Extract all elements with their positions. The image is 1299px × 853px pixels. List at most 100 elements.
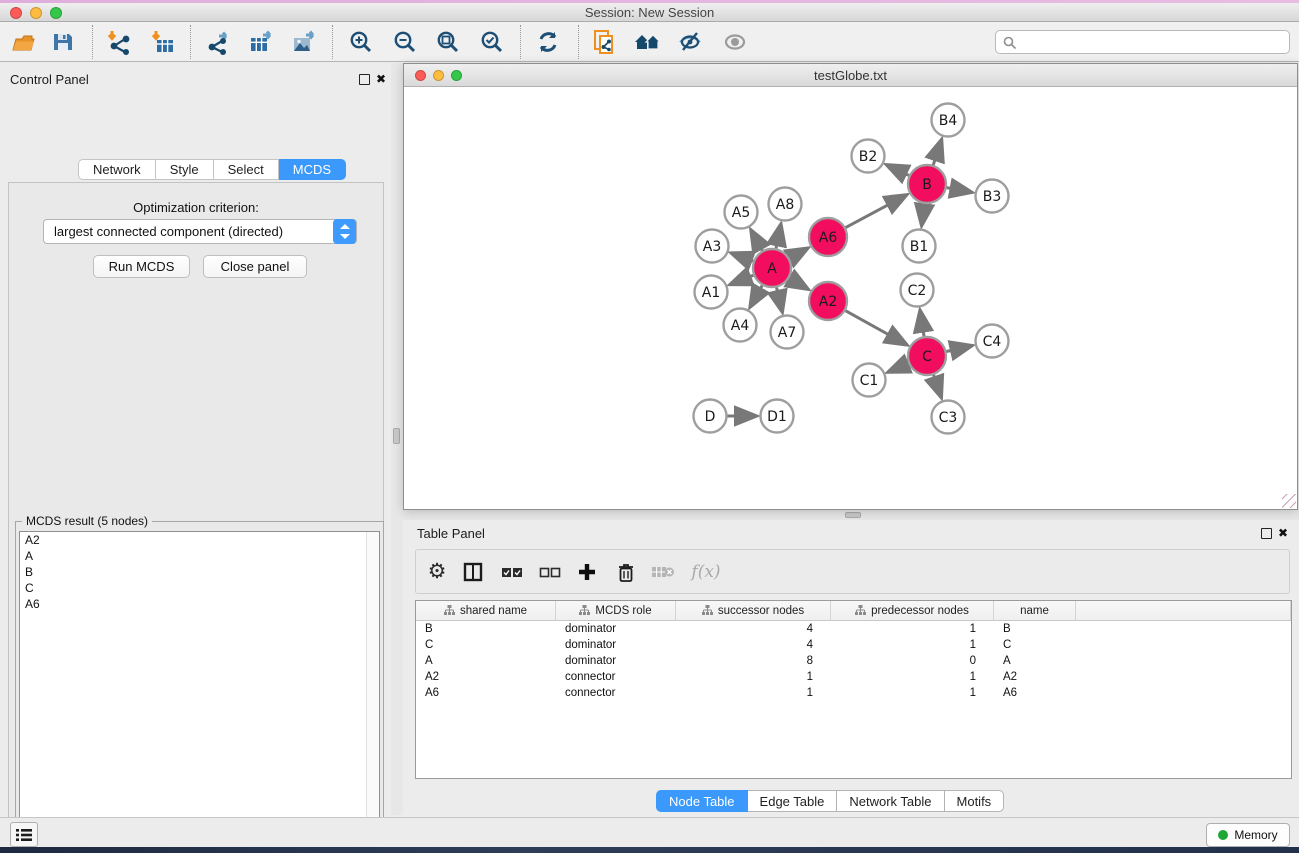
column-header-predecessor nodes[interactable]: predecessor nodes xyxy=(831,601,994,620)
graph-node-B[interactable]: B xyxy=(908,165,946,203)
zoom-selected-icon[interactable] xyxy=(479,29,505,55)
graph-node-C4[interactable]: C4 xyxy=(976,325,1009,358)
hide-details-icon[interactable] xyxy=(677,29,703,55)
mcds-result-list[interactable]: A2ABCA6 xyxy=(19,531,380,853)
graph-edge-B-B1[interactable] xyxy=(922,204,925,225)
run-mcds-button[interactable]: Run MCDS xyxy=(93,255,190,278)
export-table-icon[interactable] xyxy=(248,29,274,55)
graph-node-C[interactable]: C xyxy=(908,337,946,375)
graph-edge-B-B3[interactable] xyxy=(947,188,971,192)
tab-network-table[interactable]: Network Table xyxy=(837,790,944,812)
graph-edge-B-B4[interactable] xyxy=(933,140,941,165)
column-header-MCDS role[interactable]: MCDS role xyxy=(556,601,676,620)
graph-node-A1[interactable]: A1 xyxy=(695,276,728,309)
tab-style[interactable]: Style xyxy=(156,159,214,180)
graph-edge-A-A7[interactable] xyxy=(777,287,783,311)
list-item[interactable]: A6 xyxy=(20,596,379,612)
tab-network[interactable]: Network xyxy=(78,159,156,180)
graph-node-D[interactable]: D xyxy=(694,400,727,433)
tab-mcds[interactable]: MCDS xyxy=(279,159,346,180)
panels-menu-button[interactable] xyxy=(10,822,38,847)
graph-node-B3[interactable]: B3 xyxy=(976,180,1009,213)
unselect-all-icon[interactable] xyxy=(537,559,563,585)
graph-edge-A2-C[interactable] xyxy=(845,311,906,345)
zoom-fit-icon[interactable] xyxy=(435,29,461,55)
graph-node-C3[interactable]: C3 xyxy=(932,401,965,434)
network-window-title-bar[interactable]: testGlobe.txt xyxy=(404,64,1297,87)
graph-node-A[interactable]: A xyxy=(753,249,791,287)
tab-node-table[interactable]: Node Table xyxy=(656,790,748,812)
columns-icon[interactable] xyxy=(460,559,486,585)
zoom-in-icon[interactable] xyxy=(348,29,374,55)
export-image-icon[interactable] xyxy=(291,29,317,55)
graph-edge-A-A2[interactable] xyxy=(789,278,807,289)
graph-node-C2[interactable]: C2 xyxy=(901,274,934,307)
zoom-out-icon[interactable] xyxy=(392,29,418,55)
column-header-successor nodes[interactable]: successor nodes xyxy=(676,601,831,620)
network-canvas[interactable]: B4B2BB3A8A5A6A3B1AA1C2A2A4A7C4CC1C3DD1 xyxy=(404,87,1297,509)
criterion-select[interactable]: largest connected component (directed) xyxy=(43,219,357,244)
table-row[interactable]: Bdominator41B xyxy=(416,621,1291,637)
graph-node-A8[interactable]: A8 xyxy=(769,188,802,221)
tab-motifs[interactable]: Motifs xyxy=(945,790,1005,812)
splitter-grip[interactable] xyxy=(393,428,400,444)
close-panel-icon[interactable]: ✖ xyxy=(1278,528,1288,539)
list-item[interactable]: C xyxy=(20,580,379,596)
graph-edge-C-C4[interactable] xyxy=(946,346,971,352)
add-icon[interactable] xyxy=(574,559,600,585)
close-panel-button[interactable]: Close panel xyxy=(203,255,307,278)
graph-edge-A-A5[interactable] xyxy=(751,231,762,251)
table-row[interactable]: A6connector11A6 xyxy=(416,685,1291,701)
graph-edge-A-A1[interactable] xyxy=(731,275,753,284)
graph-node-B1[interactable]: B1 xyxy=(903,230,936,263)
close-panel-icon[interactable]: ✖ xyxy=(376,74,386,85)
table-row[interactable]: Adominator80A xyxy=(416,653,1291,669)
save-session-icon[interactable] xyxy=(50,29,76,55)
splitter-grip[interactable] xyxy=(845,512,861,518)
graph-edge-A-A3[interactable] xyxy=(732,253,753,261)
table-row[interactable]: A2connector11A2 xyxy=(416,669,1291,685)
horizontal-splitter[interactable] xyxy=(403,510,1299,520)
graph-edge-A-A6[interactable] xyxy=(789,249,807,259)
memory-button[interactable]: Memory xyxy=(1206,823,1290,847)
graph-edge-A-A8[interactable] xyxy=(776,225,781,248)
export-network-icon[interactable] xyxy=(205,29,231,55)
refresh-icon[interactable] xyxy=(535,29,561,55)
graph-node-D1[interactable]: D1 xyxy=(761,400,794,433)
duplicate-network-icon[interactable] xyxy=(592,29,618,55)
select-all-icon[interactable] xyxy=(499,559,525,585)
table-row[interactable]: Cdominator41C xyxy=(416,637,1291,653)
graph-node-A5[interactable]: A5 xyxy=(725,196,758,229)
gear-icon[interactable]: ⚙ xyxy=(424,559,450,585)
graph-node-A2[interactable]: A2 xyxy=(809,282,847,320)
search-input[interactable] xyxy=(995,30,1290,54)
resize-grip[interactable] xyxy=(1282,494,1296,508)
graph-node-A3[interactable]: A3 xyxy=(696,230,729,263)
graph-edge-C-C2[interactable] xyxy=(920,311,924,336)
vertical-splitter[interactable] xyxy=(391,63,403,815)
import-network-icon[interactable] xyxy=(106,29,132,55)
graph-edge-A6-B[interactable] xyxy=(846,195,906,227)
column-header-empty[interactable] xyxy=(1076,601,1291,620)
list-item[interactable]: A2 xyxy=(20,532,379,548)
tab-edge-table[interactable]: Edge Table xyxy=(748,790,838,812)
import-table-icon[interactable] xyxy=(150,29,176,55)
graph-edge-C-C3[interactable] xyxy=(934,375,941,397)
list-item[interactable]: B xyxy=(20,564,379,580)
tab-select[interactable]: Select xyxy=(214,159,279,180)
graph-node-A7[interactable]: A7 xyxy=(771,316,804,349)
float-panel-icon[interactable] xyxy=(359,74,370,85)
graph-node-B2[interactable]: B2 xyxy=(852,140,885,173)
graph-node-A4[interactable]: A4 xyxy=(724,309,757,342)
graph-edge-C-C1[interactable] xyxy=(889,364,909,372)
node-table[interactable]: shared nameMCDS rolesuccessor nodesprede… xyxy=(415,600,1292,779)
column-header-name[interactable]: name xyxy=(994,601,1076,620)
graph-edge-B-B2[interactable] xyxy=(887,165,909,175)
float-panel-icon[interactable] xyxy=(1261,528,1272,539)
graph-node-C1[interactable]: C1 xyxy=(853,364,886,397)
graph-node-A6[interactable]: A6 xyxy=(809,218,847,256)
scrollbar[interactable] xyxy=(366,532,379,853)
graph-edge-A-A4[interactable] xyxy=(751,285,763,306)
column-header-shared name[interactable]: shared name xyxy=(416,601,556,620)
list-item[interactable]: A xyxy=(20,548,379,564)
